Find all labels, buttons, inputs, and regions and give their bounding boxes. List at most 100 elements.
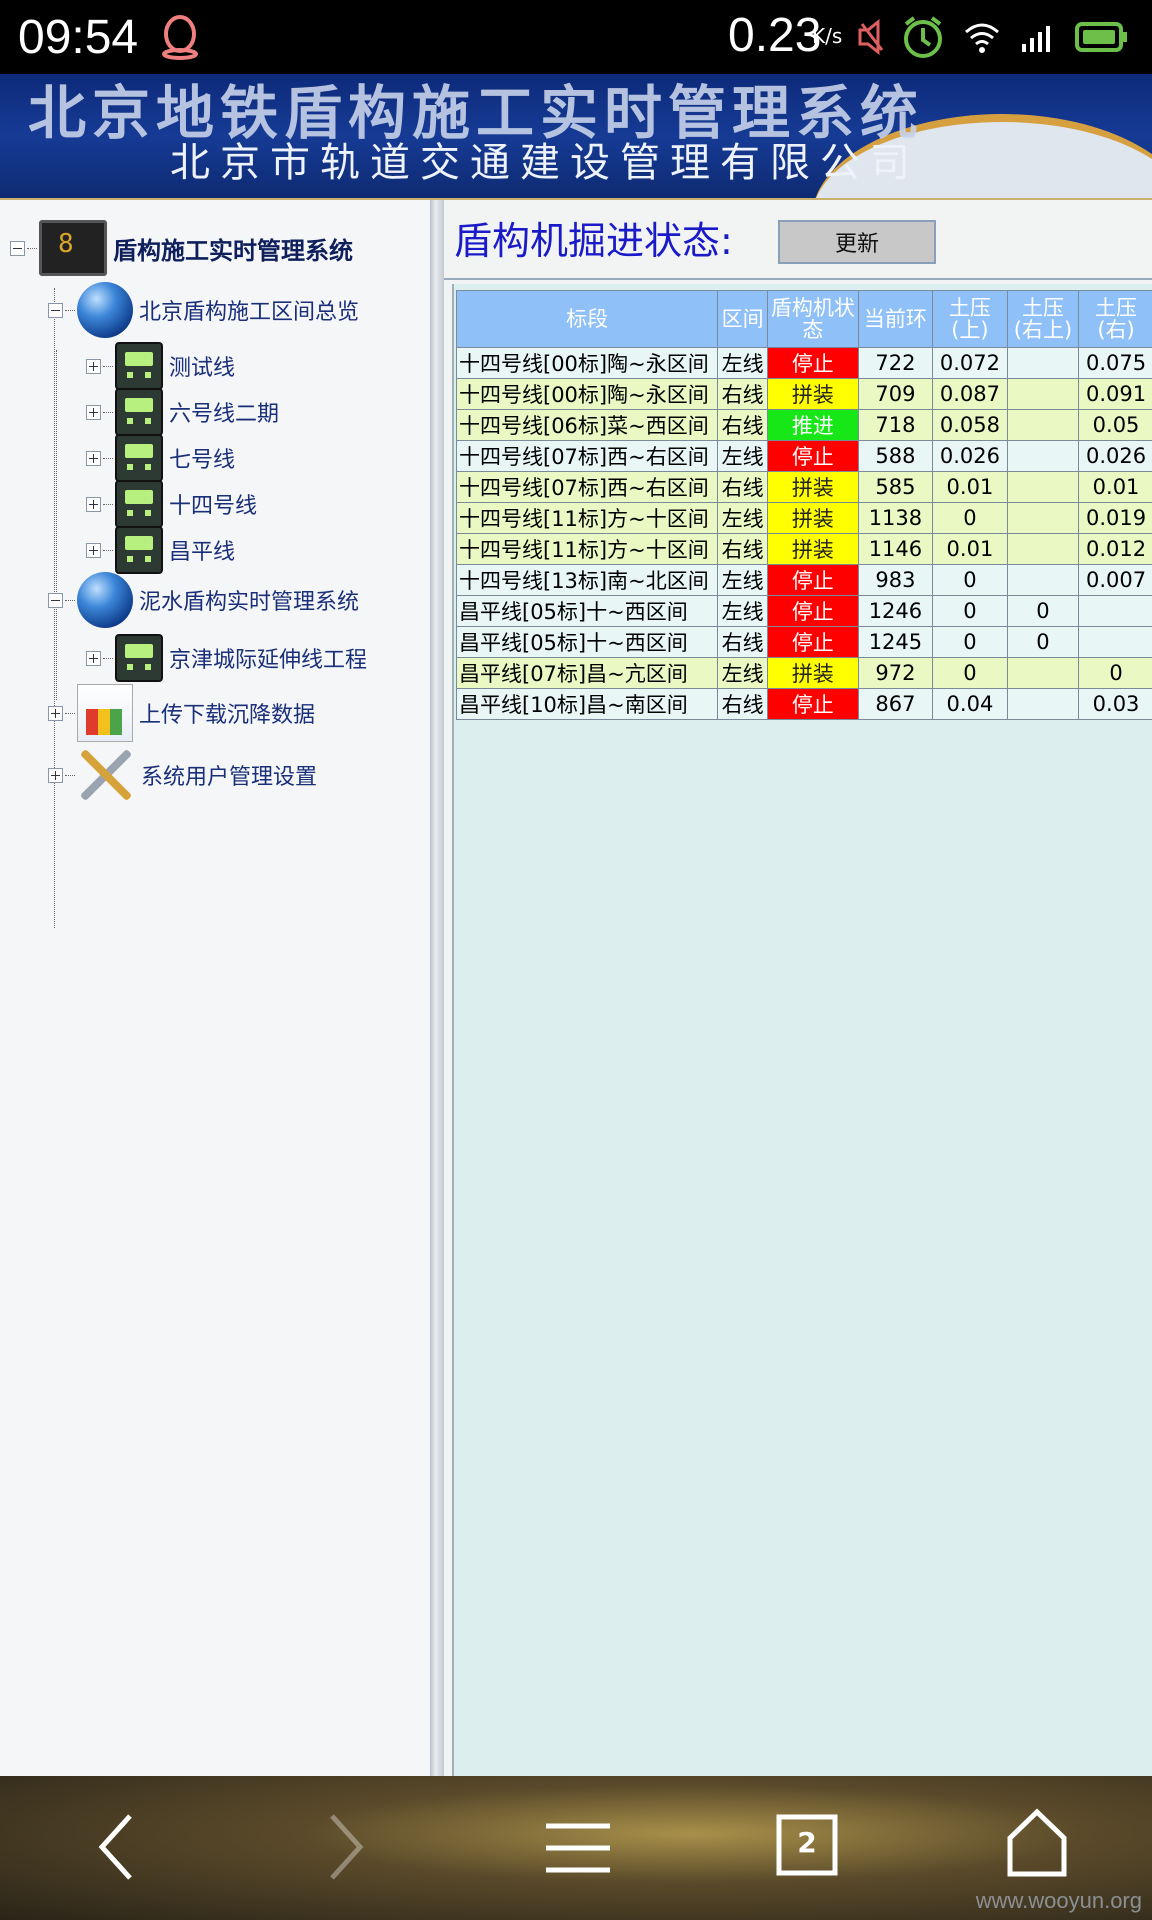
table-row[interactable]: 十四号线[13标]南~北区间 左线 停止 983 0 0.007 [455,564,1152,596]
watermark: www.wooyun.org [975,1888,1142,1913]
train-icon [115,388,163,436]
segment-cell: 十四号线[07标]西~右区间 [455,440,719,472]
ring-cell: 867 [857,688,934,720]
table-row[interactable]: 十四号线[11标]方~十区间 左线 拼装 1138 0 0.019 [455,502,1152,534]
pressure-top-right-cell [1006,564,1080,596]
pressure-top-right-cell [1006,378,1080,410]
segment-cell: 十四号线[00标]陶~永区间 [455,378,719,410]
tree-item-label[interactable]: 测试线 [169,350,235,382]
forward-icon[interactable] [326,1812,366,1886]
tree-item-jingjin[interactable]: 京津城际延伸线工程 [86,634,367,682]
tree-item-label[interactable]: 系统用户管理设置 [141,759,317,791]
tree-root[interactable]: 盾构施工实时管理系统 [10,220,353,276]
tree-item-label[interactable]: 十四号线 [169,488,257,520]
tree-item-label[interactable]: 上传下载沉降数据 [139,697,315,729]
table-row[interactable]: 十四号线[11标]方~十区间 右线 拼装 1146 0.01 0.012 [455,533,1152,565]
tree-item-line14[interactable]: 十四号线 [86,480,257,528]
tree-root-label[interactable]: 盾构施工实时管理系统 [113,231,353,266]
ring-cell: 585 [857,471,934,503]
expand-icon[interactable] [86,358,101,374]
menu-icon[interactable] [544,1812,612,1886]
tree-item-label[interactable]: 七号线 [169,442,235,474]
pressure-top-cell: 0 [932,564,1008,596]
wifi-icon [962,14,1002,64]
ring-cell: 1146 [857,533,934,565]
table-row[interactable]: 昌平线[10标]昌~南区间 右线 停止 867 0.04 0.03 [455,688,1152,720]
section-cell: 左线 [717,595,768,627]
clock: 09:54 [18,11,139,64]
collapse-icon[interactable] [10,240,25,256]
tabs-button[interactable]: 2 [776,1814,838,1880]
status-cell: 停止 [766,595,859,627]
tree-item-label[interactable]: 六号线二期 [169,396,279,428]
tree-group-label[interactable]: 北京盾构施工区间总览 [139,294,359,326]
status-cell: 拼装 [766,378,859,410]
home-icon[interactable] [1006,1806,1068,1882]
globe-icon [77,572,133,628]
pressure-right-cell: 0.05 [1078,409,1152,441]
segment-cell: 十四号线[11标]方~十区间 [455,533,719,565]
status-cell: 拼装 [766,471,859,503]
pressure-right-cell: 0.007 [1078,564,1152,596]
back-icon[interactable] [96,1812,136,1886]
section-cell: 右线 [717,626,768,658]
tree-group-beijing[interactable]: 北京盾构施工区间总览 [48,282,359,338]
ring-cell: 709 [857,378,934,410]
tree-group-label[interactable]: 泥水盾构实时管理系统 [139,584,359,616]
table-row[interactable]: 昌平线[05标]十~西区间 左线 停止 1246 0 0 [455,595,1152,627]
section-cell: 左线 [717,440,768,472]
expand-icon[interactable] [86,404,101,420]
expand-icon[interactable] [86,542,101,558]
tree-item-line6[interactable]: 六号线二期 [86,388,279,436]
table-row[interactable]: 昌平线[05标]十~西区间 右线 停止 1245 0 0 [455,626,1152,658]
pressure-top-right-cell [1006,502,1080,534]
battery-icon [1074,14,1130,64]
pressure-top-cell: 0.087 [932,378,1008,410]
tools-icon [77,746,135,804]
expand-icon[interactable] [86,496,101,512]
expand-icon[interactable] [86,450,101,466]
tree-item-changping[interactable]: 昌平线 [86,526,235,574]
tree-item-label[interactable]: 京津城际延伸线工程 [169,642,367,674]
table-row[interactable]: 十四号线[07标]西~右区间 左线 停止 588 0.026 0.026 [455,440,1152,472]
tree-item-users[interactable]: 系统用户管理设置 [48,746,317,804]
collapse-icon[interactable] [48,592,63,608]
status-table-container: 标段 区间 盾构机状态当前环 土压 (上) 土压 (右上) 土压 (右) 十四号线[00标]陶~… [452,284,1152,1776]
pressure-top-cell: 0 [932,657,1008,689]
table-row[interactable]: 十四号线[07标]西~右区间 右线 拼装 585 0.01 0.01 [455,471,1152,503]
expand-icon[interactable] [48,705,63,721]
alarm-icon [900,14,946,64]
tree-item-line7[interactable]: 七号线 [86,434,235,482]
section-cell: 右线 [717,409,768,441]
pressure-right-cell: 0 [1078,657,1152,689]
tree-item-upload[interactable]: 上传下载沉降数据 [48,684,315,742]
status-bar: 09:54 0.23 K/s [0,0,1152,74]
ring-cell: 588 [857,440,934,472]
table-row[interactable]: 十四号线[00标]陶~永区间 右线 拼装 709 0.087 0.091 [455,378,1152,410]
net-speed-unit: K/s [812,24,843,48]
status-cell: 停止 [766,347,859,379]
ring-cell: 1138 [857,502,934,534]
status-cell: 停止 [766,440,859,472]
status-cell: 拼装 [766,502,859,534]
segment-cell: 昌平线[05标]十~西区间 [455,595,719,627]
train-icon [115,480,163,528]
tree-item-test-line[interactable]: 测试线 [86,342,235,390]
tree-item-label[interactable]: 昌平线 [169,534,235,566]
tree-group-slurry[interactable]: 泥水盾构实时管理系统 [48,572,359,628]
table-row[interactable]: 十四号线[00标]陶~永区间 左线 停止 722 0.072 0.075 [455,347,1152,379]
pressure-top-cell: 0.058 [932,409,1008,441]
table-row[interactable]: 十四号线[06标]菜~西区间 右线 推进 718 0.058 0.05 [455,409,1152,441]
column-header: 标段 [455,290,719,348]
section-cell: 右线 [717,533,768,565]
table-row[interactable]: 昌平线[07标]昌~亢区间 左线 拼装 972 0 0 [455,657,1152,689]
refresh-button[interactable]: 更新 [778,220,936,264]
expand-icon[interactable] [86,650,101,666]
pressure-top-cell: 0.026 [932,440,1008,472]
pane-splitter[interactable] [430,200,444,1776]
pressure-top-cell: 0.04 [932,688,1008,720]
pressure-top-right-cell [1006,440,1080,472]
collapse-icon[interactable] [48,302,63,318]
expand-icon[interactable] [48,767,63,783]
pressure-right-cell: 0.019 [1078,502,1152,534]
